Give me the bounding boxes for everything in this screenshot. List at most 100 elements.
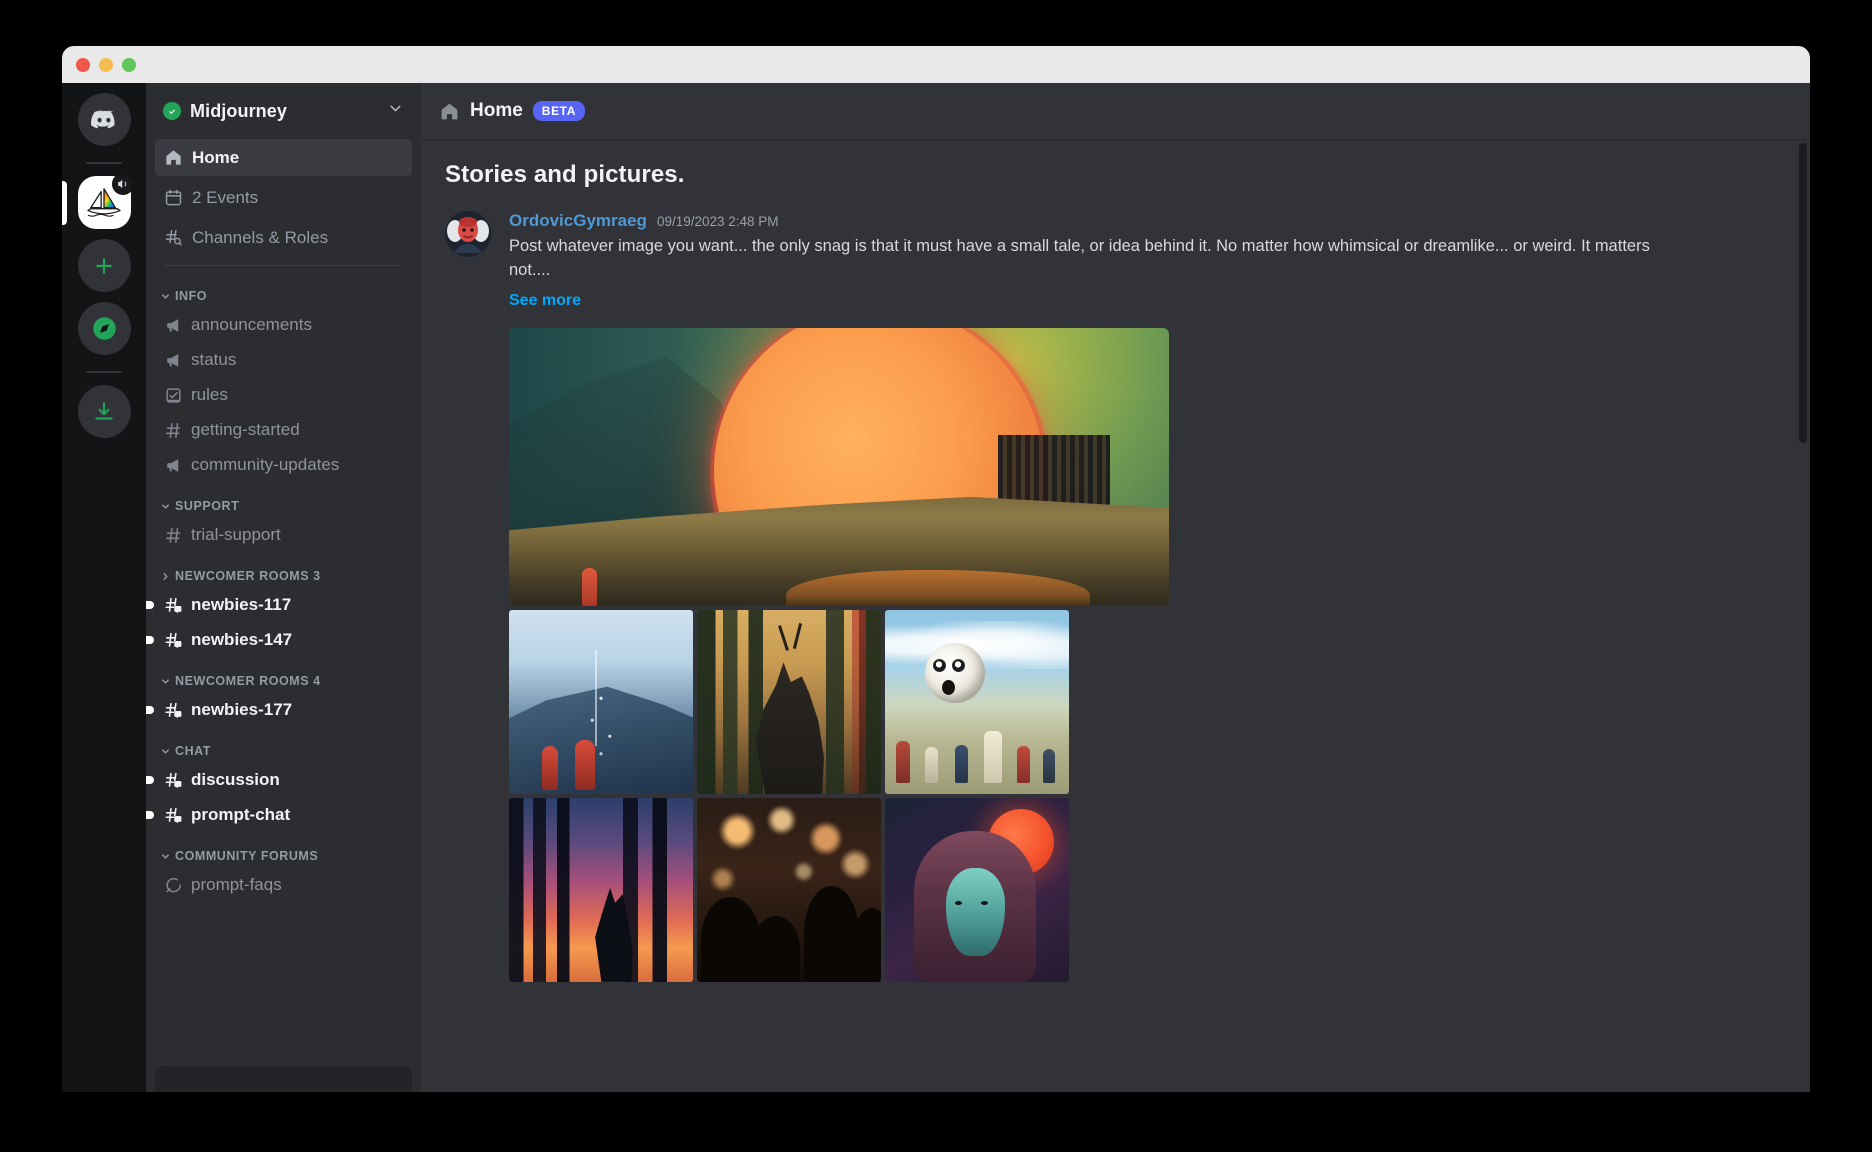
channel-label: prompt-faqs <box>191 875 282 894</box>
sidebar-item-label-home: Home <box>192 147 240 167</box>
main-content-column: Home BETA Stories and pictures. OrdovicG… <box>421 83 1810 1092</box>
thumb-child <box>984 730 1003 783</box>
content-scrollbar[interactable] <box>1799 143 1807 443</box>
gallery-row-2 <box>509 609 1169 794</box>
post-author[interactable]: OrdovicGymraeg <box>509 211 647 231</box>
sidebar-item-label-events: 2 Events <box>192 187 259 207</box>
thumb-child <box>896 740 911 783</box>
category-header-community-forums[interactable]: COMMUNITY FORUMS <box>155 833 412 868</box>
server-rail-item-add-server[interactable] <box>77 239 131 292</box>
page-title: Home <box>470 100 523 121</box>
gallery-row-hero <box>509 327 1169 606</box>
image-gallery <box>509 327 1169 982</box>
hash-icon <box>164 421 183 440</box>
sidebar-item-home[interactable]: Home <box>155 139 412 176</box>
sidebar-item-label-channels-roles: Channels & Roles <box>192 227 329 247</box>
active-server-indicator <box>62 180 67 225</box>
compass-icon <box>92 317 116 340</box>
channel-status[interactable]: status <box>155 343 412 377</box>
gallery-image-sunset-forest[interactable] <box>509 797 693 982</box>
category-header-support[interactable]: SUPPORT <box>155 483 412 518</box>
channel-trial-support[interactable]: trial-support <box>155 518 412 552</box>
avatar[interactable] <box>445 211 491 257</box>
gallery-image-hero-sun-valley[interactable] <box>509 327 1169 606</box>
chevron-down-icon <box>162 853 169 859</box>
channel-discussion[interactable]: discussion <box>146 763 412 797</box>
channel-list[interactable]: Home 2 Events Channels & Roles INFO anno… <box>146 139 421 1092</box>
hash-thread-icon <box>164 806 183 825</box>
thumb-red-stripe <box>851 609 867 794</box>
hash-thread-icon <box>164 701 183 720</box>
channel-label: discussion <box>191 770 280 789</box>
minimize-window-button[interactable] <box>99 57 113 72</box>
app-window: Midjourney Home 2 Events Channels & Role… <box>62 46 1810 1092</box>
channel-header: Home BETA <box>421 83 1810 139</box>
channel-prompt-faqs[interactable]: prompt-faqs <box>155 868 412 902</box>
chevron-right-icon <box>163 572 168 580</box>
thumb-child <box>1017 745 1031 783</box>
channel-community-updates[interactable]: community-updates <box>155 448 412 482</box>
sidebar-item-channels-roles[interactable]: Channels & Roles <box>155 219 412 256</box>
channel-rules[interactable]: rules <box>155 378 412 412</box>
beta-badge: BETA <box>532 101 585 121</box>
gallery-image-forest-beast[interactable] <box>697 609 881 794</box>
gallery-row-3 <box>509 797 1169 982</box>
user-panel[interactable] <box>155 1066 412 1092</box>
see-more-link[interactable]: See more <box>509 292 581 310</box>
content-scroll-area[interactable]: Stories and pictures. OrdovicGymraeg 09/… <box>421 139 1810 1092</box>
channel-newbies-117[interactable]: newbies-117 <box>146 588 412 622</box>
channel-label: announcements <box>191 315 312 334</box>
thumb-eye-right <box>980 900 988 905</box>
channel-sidebar: Midjourney Home 2 Events Channels & Role… <box>146 83 421 1092</box>
channel-prompt-chat[interactable]: prompt-chat <box>146 798 412 832</box>
chevron-down-icon <box>162 503 169 509</box>
maximize-window-button[interactable] <box>122 57 136 72</box>
category-header-newcomer-rooms-3[interactable]: NEWCOMER ROOMS 3 <box>155 553 412 588</box>
server-rail-item-midjourney[interactable] <box>62 173 134 229</box>
category-label-newcomer-rooms-4: NEWCOMER ROOMS 4 <box>175 674 321 688</box>
hero-red-figure <box>581 567 597 606</box>
channel-newbies-177[interactable]: newbies-177 <box>146 693 412 727</box>
thumb-child <box>925 746 939 783</box>
gallery-image-portrait-redsun[interactable] <box>885 797 1069 982</box>
server-rail-divider-2 <box>86 371 122 373</box>
thumb-red-figure-2 <box>575 740 596 791</box>
channel-label: trial-support <box>191 525 281 544</box>
post-timestamp: 09/19/2023 2:48 PM <box>656 214 779 229</box>
gallery-image-bokeh-crowd[interactable] <box>697 797 881 982</box>
category-header-chat[interactable]: CHAT <box>155 728 412 763</box>
unread-indicator <box>146 706 154 714</box>
chevron-down-icon[interactable] <box>387 100 404 122</box>
post-text: Post whatever image you want... the only… <box>509 237 1650 280</box>
category-header-newcomer-rooms-4[interactable]: NEWCOMER ROOMS 4 <box>155 658 412 693</box>
server-rail-item-explore[interactable] <box>77 302 131 355</box>
unread-indicator <box>146 601 154 609</box>
verified-badge-icon <box>163 102 181 120</box>
server-rail-item-download[interactable] <box>77 385 131 438</box>
thumb-red-figure-1 <box>542 746 559 791</box>
window-titlebar <box>62 46 1810 83</box>
category-label-support: SUPPORT <box>175 499 240 513</box>
channel-label: newbies-177 <box>191 700 293 719</box>
avatar-image <box>445 211 491 257</box>
guild-name: Midjourney <box>190 100 288 121</box>
thumb-silhouette <box>700 897 760 982</box>
server-rail-item-discord-home[interactable] <box>77 93 131 146</box>
hash-thread-icon <box>164 771 183 790</box>
gallery-image-blue-mountain[interactable] <box>509 609 693 794</box>
gallery-image-eyeball-children[interactable] <box>885 609 1069 794</box>
channel-label: rules <box>191 385 228 404</box>
sidebar-item-events[interactable]: 2 Events <box>155 179 412 216</box>
channel-newbies-147[interactable]: newbies-147 <box>146 623 412 657</box>
channel-announcements[interactable]: announcements <box>155 308 412 342</box>
channel-label: status <box>191 350 237 369</box>
thumb-child <box>1043 748 1056 783</box>
close-window-button[interactable] <box>76 57 90 72</box>
server-rail <box>62 83 146 1092</box>
thumb-silhouette <box>752 915 801 982</box>
rules-icon <box>164 386 183 405</box>
category-header-info[interactable]: INFO <box>155 273 412 308</box>
forum-icon <box>164 876 183 895</box>
guild-header-button[interactable]: Midjourney <box>146 83 421 139</box>
channel-getting-started[interactable]: getting-started <box>155 413 412 447</box>
